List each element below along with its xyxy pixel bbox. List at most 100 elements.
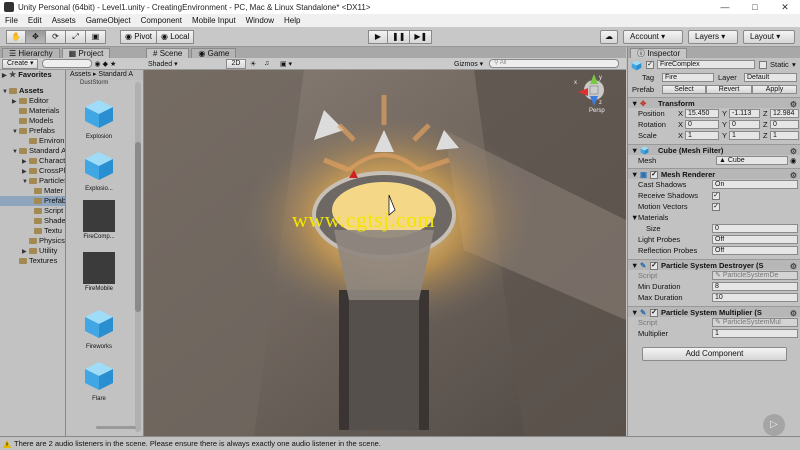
collapse-arrow-icon[interactable]: ▼ (12, 127, 19, 136)
tab-hierarchy[interactable]: ☰ Hierarchy (2, 48, 60, 58)
scale-x-field[interactable]: 1 (685, 131, 719, 140)
menu-window[interactable]: Window (241, 14, 279, 27)
collapse-arrow-icon[interactable]: ▼ (2, 87, 9, 96)
layer-dropdown[interactable]: Default (744, 73, 797, 82)
label-icon[interactable]: ◆ (103, 60, 108, 68)
destroyer-enabled-checkbox[interactable]: ✓ (650, 261, 658, 270)
asset-item[interactable]: FireComp... (80, 200, 118, 240)
tree-item-environ[interactable]: Environ (0, 136, 65, 146)
max-duration-field[interactable]: 10 (712, 293, 798, 302)
lighting-icon[interactable]: ☀ (250, 60, 256, 68)
materials-row[interactable]: ▼ Materials (628, 212, 800, 223)
cloud-icon[interactable]: ☁ (600, 30, 618, 44)
scale-y-field[interactable]: 1 (729, 131, 760, 140)
pivot-button[interactable]: ◉ Pivot (120, 30, 158, 44)
tree-item-particle-textures[interactable]: Textu (0, 226, 65, 236)
shading-dropdown[interactable]: Shaded ▾ (148, 60, 178, 68)
tree-item-crossplatform[interactable]: ▶ CrossPla (0, 166, 65, 176)
static-checkbox[interactable] (759, 60, 767, 69)
multiplier-header[interactable]: ▼ ✎ ✓ Particle System Multiplier (S ⚙ (628, 306, 800, 318)
tree-item-utility[interactable]: ▶ Utility (0, 246, 65, 256)
asset-item[interactable]: Explosion (80, 98, 118, 140)
position-y-field[interactable]: -1.113 (729, 109, 760, 118)
move-tool-icon[interactable]: ✥ (26, 30, 46, 44)
menu-component[interactable]: Component (136, 14, 187, 27)
thumbnail-size-slider[interactable] (96, 426, 136, 429)
tree-item-particlesystems[interactable]: ▼ ParticleS (0, 176, 65, 186)
rotation-z-field[interactable]: 0 (770, 120, 799, 129)
play-overlay-icon[interactable]: ▷ (763, 414, 785, 436)
tree-item-standard-assets[interactable]: ▼ Standard A (0, 146, 65, 156)
rotation-x-field[interactable]: 0 (685, 120, 719, 129)
menu-assets[interactable]: Assets (47, 14, 81, 27)
prefab-apply-button[interactable]: Apply (752, 85, 797, 94)
scene-search-input[interactable]: ⚲ All (489, 59, 619, 68)
tree-item-physicsmaterials[interactable]: PhysicsM (0, 236, 65, 246)
account-dropdown[interactable]: Account ▾ (623, 30, 683, 44)
menu-gameobject[interactable]: GameObject (81, 14, 136, 27)
mesh-renderer-header[interactable]: ▼ ▣ ✓ Mesh Renderer ⚙ (628, 168, 800, 180)
gizmos-dropdown[interactable]: Gizmos ▾ (454, 60, 483, 68)
close-icon[interactable]: ✕ (770, 0, 800, 14)
pause-icon[interactable]: ❚❚ (388, 30, 411, 44)
expand-arrow-icon[interactable]: ▶ (22, 167, 29, 176)
persp-label[interactable]: Persp (589, 108, 605, 114)
min-duration-field[interactable]: 8 (712, 282, 798, 291)
cast-shadows-dropdown[interactable]: On (712, 180, 798, 189)
multiplier-enabled-checkbox[interactable]: ✓ (650, 308, 658, 317)
size-field[interactable]: 0 (712, 224, 798, 233)
play-icon[interactable]: ▶ (368, 30, 388, 44)
expand-arrow-icon[interactable]: ▶ (12, 97, 19, 106)
prefab-revert-button[interactable]: Revert (706, 85, 752, 94)
layout-dropdown[interactable]: Layout ▾ (743, 30, 795, 44)
tree-item-prefabs[interactable]: ▼ Prefabs (0, 126, 65, 136)
layers-dropdown[interactable]: Layers ▾ (688, 30, 738, 44)
rect-tool-icon[interactable]: ▣ (86, 30, 106, 44)
expand-arrow-icon[interactable]: ▶ (22, 157, 29, 166)
maximize-icon[interactable]: □ (740, 0, 770, 14)
favorite-star-icon[interactable]: ★ (110, 60, 116, 68)
tree-item-models[interactable]: Models (0, 116, 65, 126)
collapse-arrow-icon[interactable]: ▼ (12, 147, 19, 156)
menu-mobile-input[interactable]: Mobile Input (187, 14, 241, 27)
rotation-y-field[interactable]: 0 (729, 120, 760, 129)
destroyer-header[interactable]: ▼ ✎ ✓ Particle System Destroyer (S ⚙ (628, 259, 800, 271)
expand-arrow-icon[interactable]: ▶ (22, 247, 29, 256)
favorites-row[interactable]: ▶ ★ Favorites (0, 70, 65, 80)
tab-game[interactable]: ◉ Game (191, 48, 237, 58)
asset-item[interactable]: Flare (80, 360, 118, 402)
status-bar[interactable]: There are 2 audio listeners in the scene… (0, 436, 800, 450)
receive-shadows-checkbox[interactable]: ✓ (712, 191, 720, 200)
lock-icon[interactable]: ◉ (94, 60, 100, 68)
effects-icon[interactable]: ▣ ▾ (280, 60, 292, 68)
scrollbar-thumb[interactable] (135, 142, 141, 312)
position-z-field[interactable]: 12.984 (770, 109, 799, 118)
active-checkbox[interactable]: ✓ (646, 60, 654, 69)
tree-item-textures[interactable]: Textures (0, 256, 65, 266)
position-x-field[interactable]: 15.450 (685, 109, 719, 118)
project-search-input[interactable] (42, 59, 93, 68)
static-dropdown-icon[interactable]: ▾ (792, 59, 796, 70)
transform-header[interactable]: ▼ ✥ Transform ⚙ (628, 97, 800, 109)
scene-viewport[interactable]: y x z Persp www.cgtsj.com (144, 70, 626, 436)
add-component-button[interactable]: Add Component (642, 347, 787, 361)
tree-item-characters[interactable]: ▶ Charact (0, 156, 65, 166)
tag-dropdown[interactable]: Fire (662, 73, 714, 82)
asset-item[interactable]: Explosio... (80, 150, 118, 192)
multiplier-field[interactable]: 1 (712, 329, 798, 338)
reflection-probes-dropdown[interactable]: Off (712, 246, 798, 255)
tree-item-particle-scripts[interactable]: Script (0, 206, 65, 216)
hand-tool-icon[interactable]: ✋ (6, 30, 26, 44)
expand-arrow-icon[interactable]: ▶ (2, 71, 9, 80)
prefab-select-button[interactable]: Select (662, 85, 706, 94)
audio-icon[interactable]: ♫ (264, 60, 269, 67)
mesh-renderer-enabled-checkbox[interactable]: ✓ (650, 170, 658, 179)
rotate-tool-icon[interactable]: ⟳ (46, 30, 66, 44)
2d-toggle[interactable]: 2D (226, 59, 246, 69)
light-probes-dropdown[interactable]: Off (712, 235, 798, 244)
mesh-filter-header[interactable]: ▼ Cube (Mesh Filter) ⚙ (628, 144, 800, 156)
tab-inspector[interactable]: ⓘ Inspector (630, 48, 688, 58)
tree-item-editor[interactable]: ▶ Editor (0, 96, 65, 106)
object-name-field[interactable]: FireComplex (657, 60, 755, 69)
menu-help[interactable]: Help (279, 14, 305, 27)
